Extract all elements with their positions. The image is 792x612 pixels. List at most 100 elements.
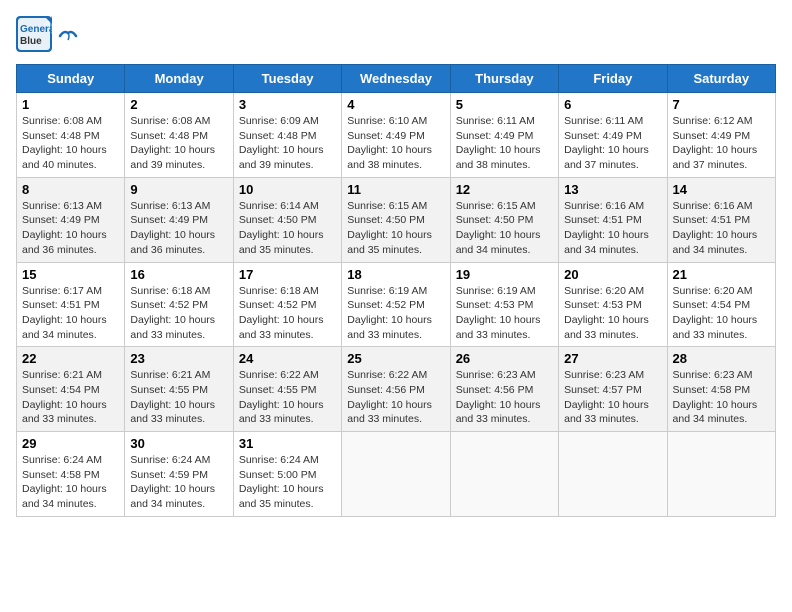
calendar-header-row: SundayMondayTuesdayWednesdayThursdayFrid… [17,65,776,93]
day-number: 28 [673,351,770,366]
day-number: 3 [239,97,336,112]
calendar-cell: 6 Sunrise: 6:11 AM Sunset: 4:49 PM Daylig… [559,93,667,178]
calendar-cell: 30 Sunrise: 6:24 AM Sunset: 4:59 PM Dayli… [125,432,233,517]
calendar-week-row: 1Sunrise: 6:08 AM Sunset: 4:48 PM Daylig… [17,93,776,178]
cell-sun-info: Sunrise: 6:16 AM Sunset: 4:51 PM Dayligh… [564,199,661,258]
calendar-cell: 17Sunrise: 6:18 AM Sunset: 4:52 PM Dayli… [233,262,341,347]
cell-sun-info: Sunrise: 6:24 AM Sunset: 4:59 PM Dayligh… [130,453,227,512]
calendar-cell: 22 Sunrise: 6:21 AM Sunset: 4:54 PM Dayli… [17,347,125,432]
day-number: 22 [22,351,119,366]
cell-sun-info: Sunrise: 6:12 AM Sunset: 4:49 PM Dayligh… [673,114,770,173]
cell-sun-info: Sunrise: 6:11 AM Sunset: 4:49 PM Dayligh… [564,114,661,173]
cell-sun-info: Sunrise: 6:08 AM Sunset: 4:48 PM Dayligh… [130,114,227,173]
cell-sun-info: Sunrise: 6:18 AM Sunset: 4:52 PM Dayligh… [130,284,227,343]
cell-sun-info: Sunrise: 6:21 AM Sunset: 4:55 PM Dayligh… [130,368,227,427]
day-number: 17 [239,267,336,282]
calendar-cell: 8Sunrise: 6:13 AM Sunset: 4:49 PM Daylig… [17,177,125,262]
calendar-cell: 28 Sunrise: 6:23 AM Sunset: 4:58 PM Dayli… [667,347,775,432]
calendar-cell: 12 Sunrise: 6:15 AM Sunset: 4:50 PM Dayli… [450,177,558,262]
day-number: 6 [564,97,661,112]
calendar-table: SundayMondayTuesdayWednesdayThursdayFrid… [16,64,776,517]
cell-sun-info: Sunrise: 6:22 AM Sunset: 4:55 PM Dayligh… [239,368,336,427]
cell-sun-info: Sunrise: 6:24 AM Sunset: 5:00 PM Dayligh… [239,453,336,512]
cell-sun-info: Sunrise: 6:22 AM Sunset: 4:56 PM Dayligh… [347,368,444,427]
day-number: 20 [564,267,661,282]
day-number: 14 [673,182,770,197]
cell-sun-info: Sunrise: 6:15 AM Sunset: 4:50 PM Dayligh… [456,199,553,258]
calendar-cell: 20 Sunrise: 6:20 AM Sunset: 4:53 PM Dayli… [559,262,667,347]
logo: General Blue [16,16,78,52]
calendar-cell: 18 Sunrise: 6:19 AM Sunset: 4:52 PM Dayli… [342,262,450,347]
calendar-cell [342,432,450,517]
day-number: 10 [239,182,336,197]
calendar-cell [450,432,558,517]
cell-sun-info: Sunrise: 6:14 AM Sunset: 4:50 PM Dayligh… [239,199,336,258]
calendar-cell: 1Sunrise: 6:08 AM Sunset: 4:48 PM Daylig… [17,93,125,178]
weekday-header: Tuesday [233,65,341,93]
calendar-cell: 23 Sunrise: 6:21 AM Sunset: 4:55 PM Dayli… [125,347,233,432]
cell-sun-info: Sunrise: 6:19 AM Sunset: 4:53 PM Dayligh… [456,284,553,343]
cell-sun-info: Sunrise: 6:23 AM Sunset: 4:58 PM Dayligh… [673,368,770,427]
day-number: 21 [673,267,770,282]
calendar-cell: 3 Sunrise: 6:09 AM Sunset: 4:48 PM Daylig… [233,93,341,178]
calendar-cell: 21 Sunrise: 6:20 AM Sunset: 4:54 PM Dayli… [667,262,775,347]
calendar-cell: 16 Sunrise: 6:18 AM Sunset: 4:52 PM Dayli… [125,262,233,347]
weekday-header: Monday [125,65,233,93]
calendar-cell: 25 Sunrise: 6:22 AM Sunset: 4:56 PM Dayli… [342,347,450,432]
weekday-header: Friday [559,65,667,93]
day-number: 18 [347,267,444,282]
svg-text:General: General [20,24,52,35]
day-number: 12 [456,182,553,197]
cell-sun-info: Sunrise: 6:10 AM Sunset: 4:49 PM Dayligh… [347,114,444,173]
day-number: 23 [130,351,227,366]
calendar-cell: 7 Sunrise: 6:12 AM Sunset: 4:49 PM Daylig… [667,93,775,178]
cell-sun-info: Sunrise: 6:16 AM Sunset: 4:51 PM Dayligh… [673,199,770,258]
cell-sun-info: Sunrise: 6:15 AM Sunset: 4:50 PM Dayligh… [347,199,444,258]
calendar-week-row: 8Sunrise: 6:13 AM Sunset: 4:49 PM Daylig… [17,177,776,262]
cell-sun-info: Sunrise: 6:17 AM Sunset: 4:51 PM Dayligh… [22,284,119,343]
cell-sun-info: Sunrise: 6:13 AM Sunset: 4:49 PM Dayligh… [22,199,119,258]
weekday-header: Sunday [17,65,125,93]
day-number: 5 [456,97,553,112]
day-number: 16 [130,267,227,282]
calendar-cell: 29Sunrise: 6:24 AM Sunset: 4:58 PM Dayli… [17,432,125,517]
cell-sun-info: Sunrise: 6:21 AM Sunset: 4:54 PM Dayligh… [22,368,119,427]
calendar-cell: 27Sunrise: 6:23 AM Sunset: 4:57 PM Dayli… [559,347,667,432]
day-number: 25 [347,351,444,366]
calendar-cell: 4 Sunrise: 6:10 AM Sunset: 4:49 PM Daylig… [342,93,450,178]
calendar-cell [559,432,667,517]
day-number: 11 [347,182,444,197]
calendar-cell: 24Sunrise: 6:22 AM Sunset: 4:55 PM Dayli… [233,347,341,432]
svg-text:Blue: Blue [20,36,42,47]
cell-sun-info: Sunrise: 6:13 AM Sunset: 4:49 PM Dayligh… [130,199,227,258]
logo-icon: General Blue [16,16,52,52]
calendar-cell: 10 Sunrise: 6:14 AM Sunset: 4:50 PM Dayli… [233,177,341,262]
day-number: 2 [130,97,227,112]
calendar-cell: 13Sunrise: 6:16 AM Sunset: 4:51 PM Dayli… [559,177,667,262]
day-number: 30 [130,436,227,451]
calendar-cell: 31 Sunrise: 6:24 AM Sunset: 5:00 PM Dayli… [233,432,341,517]
calendar-cell: 15 Sunrise: 6:17 AM Sunset: 4:51 PM Dayli… [17,262,125,347]
cell-sun-info: Sunrise: 6:08 AM Sunset: 4:48 PM Dayligh… [22,114,119,173]
calendar-cell: 19Sunrise: 6:19 AM Sunset: 4:53 PM Dayli… [450,262,558,347]
cell-sun-info: Sunrise: 6:19 AM Sunset: 4:52 PM Dayligh… [347,284,444,343]
day-number: 15 [22,267,119,282]
day-number: 26 [456,351,553,366]
calendar-cell: 11 Sunrise: 6:15 AM Sunset: 4:50 PM Dayli… [342,177,450,262]
day-number: 4 [347,97,444,112]
cell-sun-info: Sunrise: 6:20 AM Sunset: 4:53 PM Dayligh… [564,284,661,343]
logo-bird-icon [58,28,78,44]
weekday-header: Thursday [450,65,558,93]
weekday-header: Wednesday [342,65,450,93]
cell-sun-info: Sunrise: 6:23 AM Sunset: 4:56 PM Dayligh… [456,368,553,427]
weekday-header: Saturday [667,65,775,93]
calendar-cell [667,432,775,517]
day-number: 7 [673,97,770,112]
cell-sun-info: Sunrise: 6:11 AM Sunset: 4:49 PM Dayligh… [456,114,553,173]
cell-sun-info: Sunrise: 6:23 AM Sunset: 4:57 PM Dayligh… [564,368,661,427]
cell-sun-info: Sunrise: 6:20 AM Sunset: 4:54 PM Dayligh… [673,284,770,343]
cell-sun-info: Sunrise: 6:09 AM Sunset: 4:48 PM Dayligh… [239,114,336,173]
day-number: 9 [130,182,227,197]
calendar-cell: 9 Sunrise: 6:13 AM Sunset: 4:49 PM Daylig… [125,177,233,262]
day-number: 31 [239,436,336,451]
